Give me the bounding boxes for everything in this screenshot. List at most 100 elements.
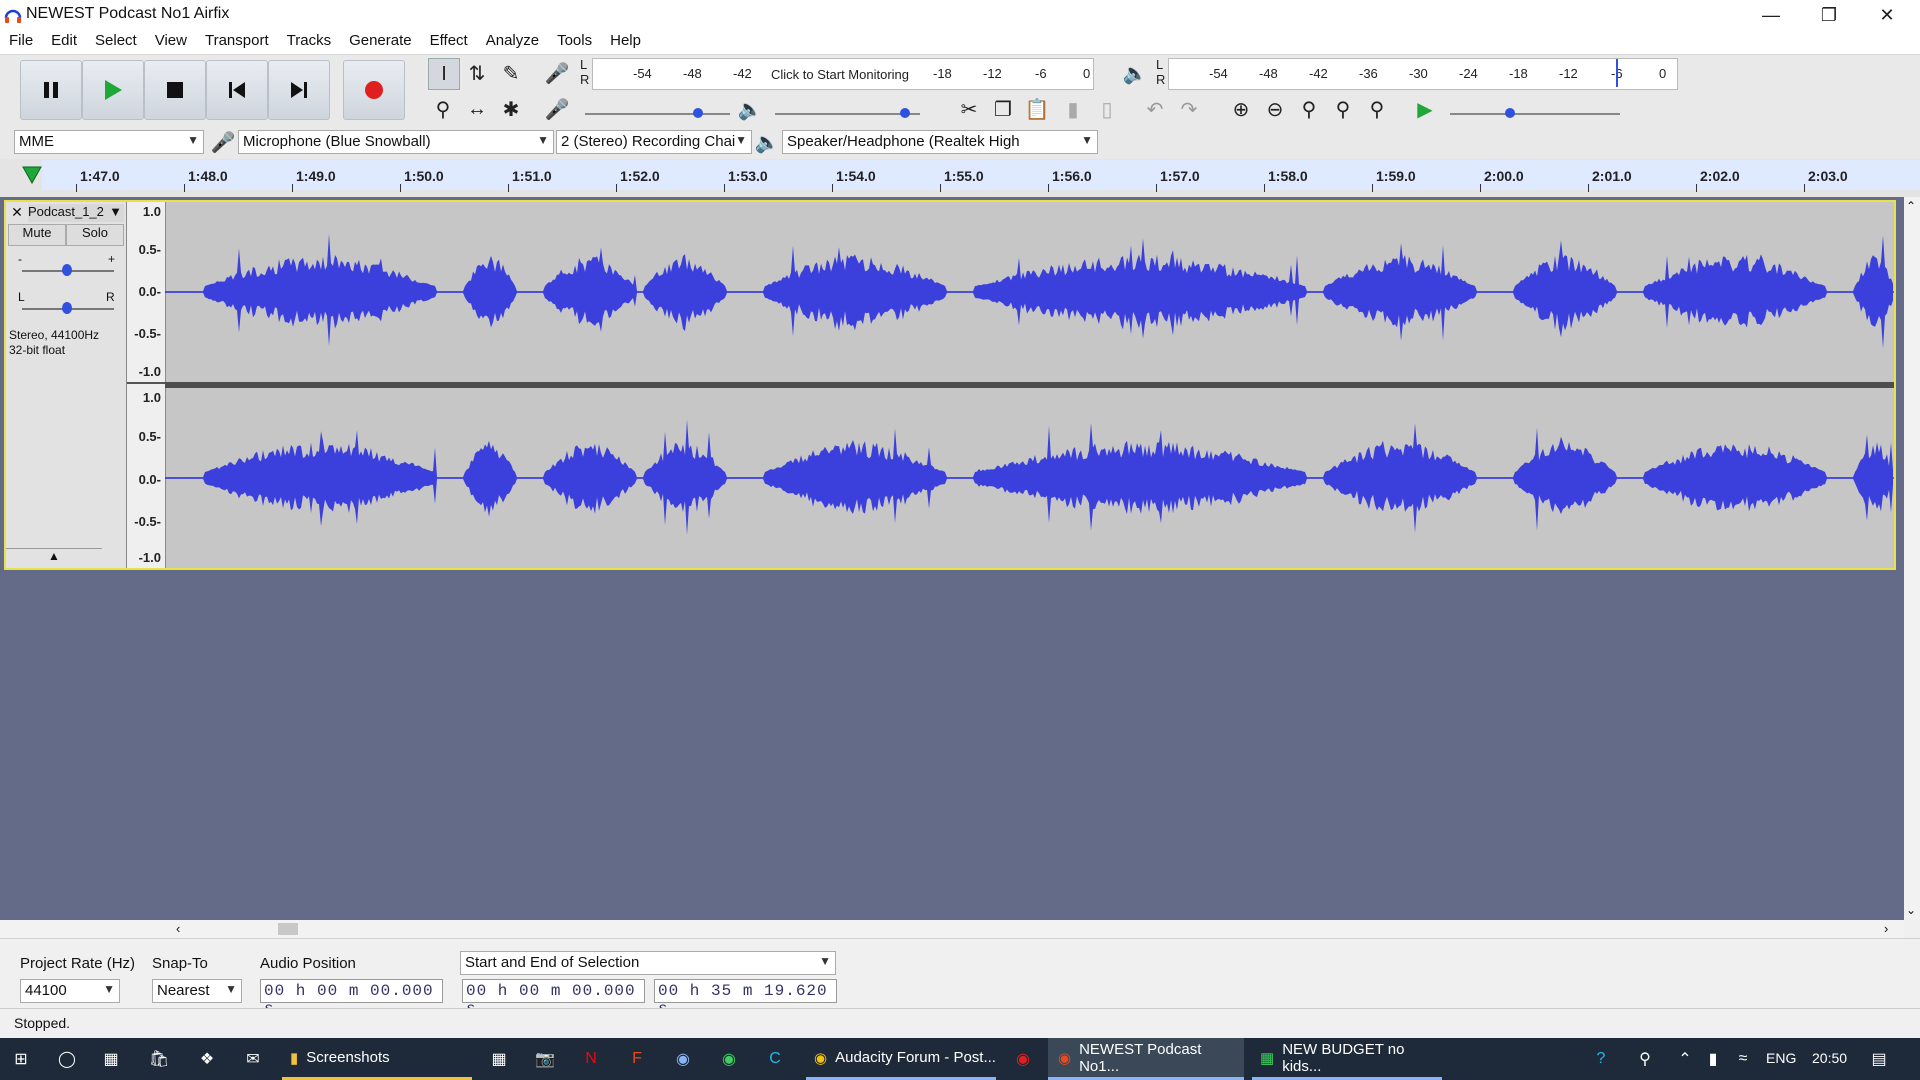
record-button[interactable] [343, 60, 405, 120]
dropbox-icon[interactable]: ❖ [196, 1048, 218, 1070]
track-close-icon[interactable]: ✕ [8, 204, 26, 222]
task-view-icon[interactable]: ▦ [100, 1048, 122, 1070]
fc-icon[interactable]: F [626, 1048, 648, 1070]
zoom-tool-icon[interactable]: ⚲ [428, 94, 458, 124]
taskbar-screenshots[interactable]: ▮ Screenshots [282, 1038, 472, 1080]
people-icon[interactable]: ⚲ [1634, 1048, 1656, 1070]
pan-thumb[interactable] [62, 302, 72, 314]
speaker-device-select[interactable]: Speaker/Headphone (Realtek High ▼ [782, 130, 1098, 154]
help-icon[interactable]: ? [1590, 1048, 1612, 1070]
host-select[interactable]: MME ▼ [14, 130, 204, 154]
right-channel-waveform[interactable] [165, 389, 1894, 567]
zoom-toggle-icon[interactable]: ⚲ [1362, 94, 1392, 124]
click-to-start-monitoring[interactable]: Click to Start Monitoring [771, 67, 909, 82]
pause-button[interactable] [20, 60, 82, 120]
taskbar-chrome-forum[interactable]: ◉ Audacity Forum - Post... [806, 1038, 996, 1080]
menu-view[interactable]: View [146, 30, 196, 54]
timeshift-tool-icon[interactable]: ↔ [462, 94, 492, 124]
selection-mode-select[interactable]: Start and End of Selection ▼ [460, 951, 836, 975]
redo-icon[interactable]: ↷ [1174, 94, 1204, 124]
battery-icon[interactable]: ▮ [1702, 1048, 1724, 1070]
project-rate-select[interactable]: 44100 ▼ [20, 979, 120, 1003]
app-icon-blue[interactable]: ◉ [672, 1048, 694, 1070]
menu-edit[interactable]: Edit [42, 30, 86, 54]
menu-analyze[interactable]: Analyze [477, 30, 548, 54]
playback-volume-slider[interactable] [775, 108, 920, 118]
menu-tools[interactable]: Tools [548, 30, 601, 54]
multi-tool-icon[interactable]: ✱ [496, 94, 526, 124]
zoom-in-icon[interactable]: ⊕ [1226, 94, 1256, 124]
skip-end-button[interactable] [268, 60, 330, 120]
stop-button[interactable] [144, 60, 206, 120]
menu-effect[interactable]: Effect [421, 30, 477, 54]
app-icon-green[interactable]: ◉ [718, 1048, 740, 1070]
minimize-button[interactable]: — [1742, 0, 1800, 30]
scroll-down-icon[interactable]: ⌄ [1906, 903, 1916, 917]
play-meter-speaker-icon[interactable]: 🔈 [1120, 58, 1150, 88]
track-name-menu[interactable]: Podcast_1_2 ▼ [28, 204, 124, 222]
gain-thumb[interactable] [62, 264, 72, 276]
mute-button[interactable]: Mute [8, 224, 66, 246]
play-speed-thumb[interactable] [1505, 108, 1515, 118]
chevron-up-icon[interactable]: ⌃ [1674, 1048, 1696, 1070]
scroll-up-icon[interactable]: ⌃ [1906, 199, 1916, 213]
calculator-icon[interactable]: ▦ [488, 1048, 510, 1070]
zoom-out-icon[interactable]: ⊖ [1260, 94, 1290, 124]
menu-tracks[interactable]: Tracks [278, 30, 340, 54]
draw-tool-icon[interactable]: ✎ [496, 58, 526, 88]
menu-generate[interactable]: Generate [340, 30, 421, 54]
vertical-scrollbar[interactable]: ⌃ ⌄ [1904, 197, 1920, 920]
mic-device-select[interactable]: Microphone (Blue Snowball) ▼ [238, 130, 554, 154]
play-meter[interactable]: -54 -48 -42 -36 -30 -24 -18 -12 -6 0 [1168, 58, 1678, 90]
vertical-ruler[interactable]: 1.0 0.5- 0.0- -0.5- -1.0 1.0 0.5- 0.0- -… [127, 202, 166, 568]
audio-position-field[interactable]: 00 h 00 m 00.000 s [260, 979, 443, 1018]
gain-slider[interactable] [22, 264, 114, 276]
scroll-left-icon[interactable]: ‹ [176, 921, 180, 936]
store-icon[interactable]: 🛍 [148, 1048, 170, 1070]
copy-icon[interactable]: ❐ [988, 94, 1018, 124]
restore-button[interactable]: ❐ [1800, 0, 1858, 30]
snap-to-select[interactable]: Nearest ▼ [152, 979, 242, 1003]
wifi-icon[interactable]: ≈ [1732, 1048, 1754, 1070]
mail-icon[interactable]: ✉ [242, 1048, 264, 1070]
selection-start-field[interactable]: 00 h 00 m 00.000 s [462, 979, 645, 1018]
search-icon[interactable]: ◯ [56, 1048, 78, 1070]
play-button[interactable] [82, 60, 144, 120]
play-at-speed-icon[interactable]: ▶ [1410, 94, 1440, 124]
menu-transport[interactable]: Transport [196, 30, 278, 54]
skip-start-button[interactable] [206, 60, 268, 120]
channels-select[interactable]: 2 (Stereo) Recording Chai ▼ [556, 130, 752, 154]
app-icon-c[interactable]: C [764, 1048, 786, 1070]
silence-icon[interactable]: ▯ [1092, 94, 1122, 124]
horizontal-scrollbar[interactable]: ‹ › [0, 920, 1904, 938]
undo-icon[interactable]: ↶ [1140, 94, 1170, 124]
clock[interactable]: 20:50 [1812, 1050, 1847, 1066]
left-channel-waveform[interactable] [165, 203, 1894, 381]
taskbar-audacity[interactable]: ◉ NEWEST Podcast No1... [1048, 1038, 1244, 1080]
menu-select[interactable]: Select [86, 30, 146, 54]
windows-start-icon[interactable]: ⊞ [10, 1048, 32, 1070]
envelope-tool-icon[interactable]: ⇅ [462, 58, 492, 88]
close-button[interactable]: ✕ [1858, 0, 1916, 30]
cut-icon[interactable]: ✂ [954, 94, 984, 124]
app-icon-red[interactable]: ◉ [1012, 1048, 1034, 1070]
play-head-icon[interactable] [22, 166, 42, 184]
netflix-icon[interactable]: N [580, 1048, 602, 1070]
record-volume-thumb[interactable] [693, 108, 703, 118]
fit-project-icon[interactable]: ⚲ [1328, 94, 1358, 124]
fit-selection-icon[interactable]: ⚲ [1294, 94, 1324, 124]
menu-help[interactable]: Help [601, 30, 650, 54]
selection-tool-icon[interactable]: I [428, 58, 460, 90]
scroll-right-icon[interactable]: › [1884, 921, 1888, 936]
horizontal-scroll-thumb[interactable] [278, 923, 298, 935]
record-volume-slider[interactable] [585, 108, 730, 118]
trim-icon[interactable]: ▮ [1058, 94, 1088, 124]
pan-slider[interactable] [22, 302, 114, 314]
camera-icon[interactable]: 📷 [534, 1048, 556, 1070]
language-indicator[interactable]: ENG [1766, 1050, 1796, 1066]
collapse-track-icon[interactable]: ▲ [6, 548, 102, 567]
record-meter-mic-icon[interactable]: 🎤 [542, 58, 572, 88]
selection-end-field[interactable]: 00 h 35 m 19.620 s [654, 979, 837, 1018]
menu-file[interactable]: File [0, 30, 42, 54]
notifications-icon[interactable]: ▤ [1868, 1048, 1890, 1070]
